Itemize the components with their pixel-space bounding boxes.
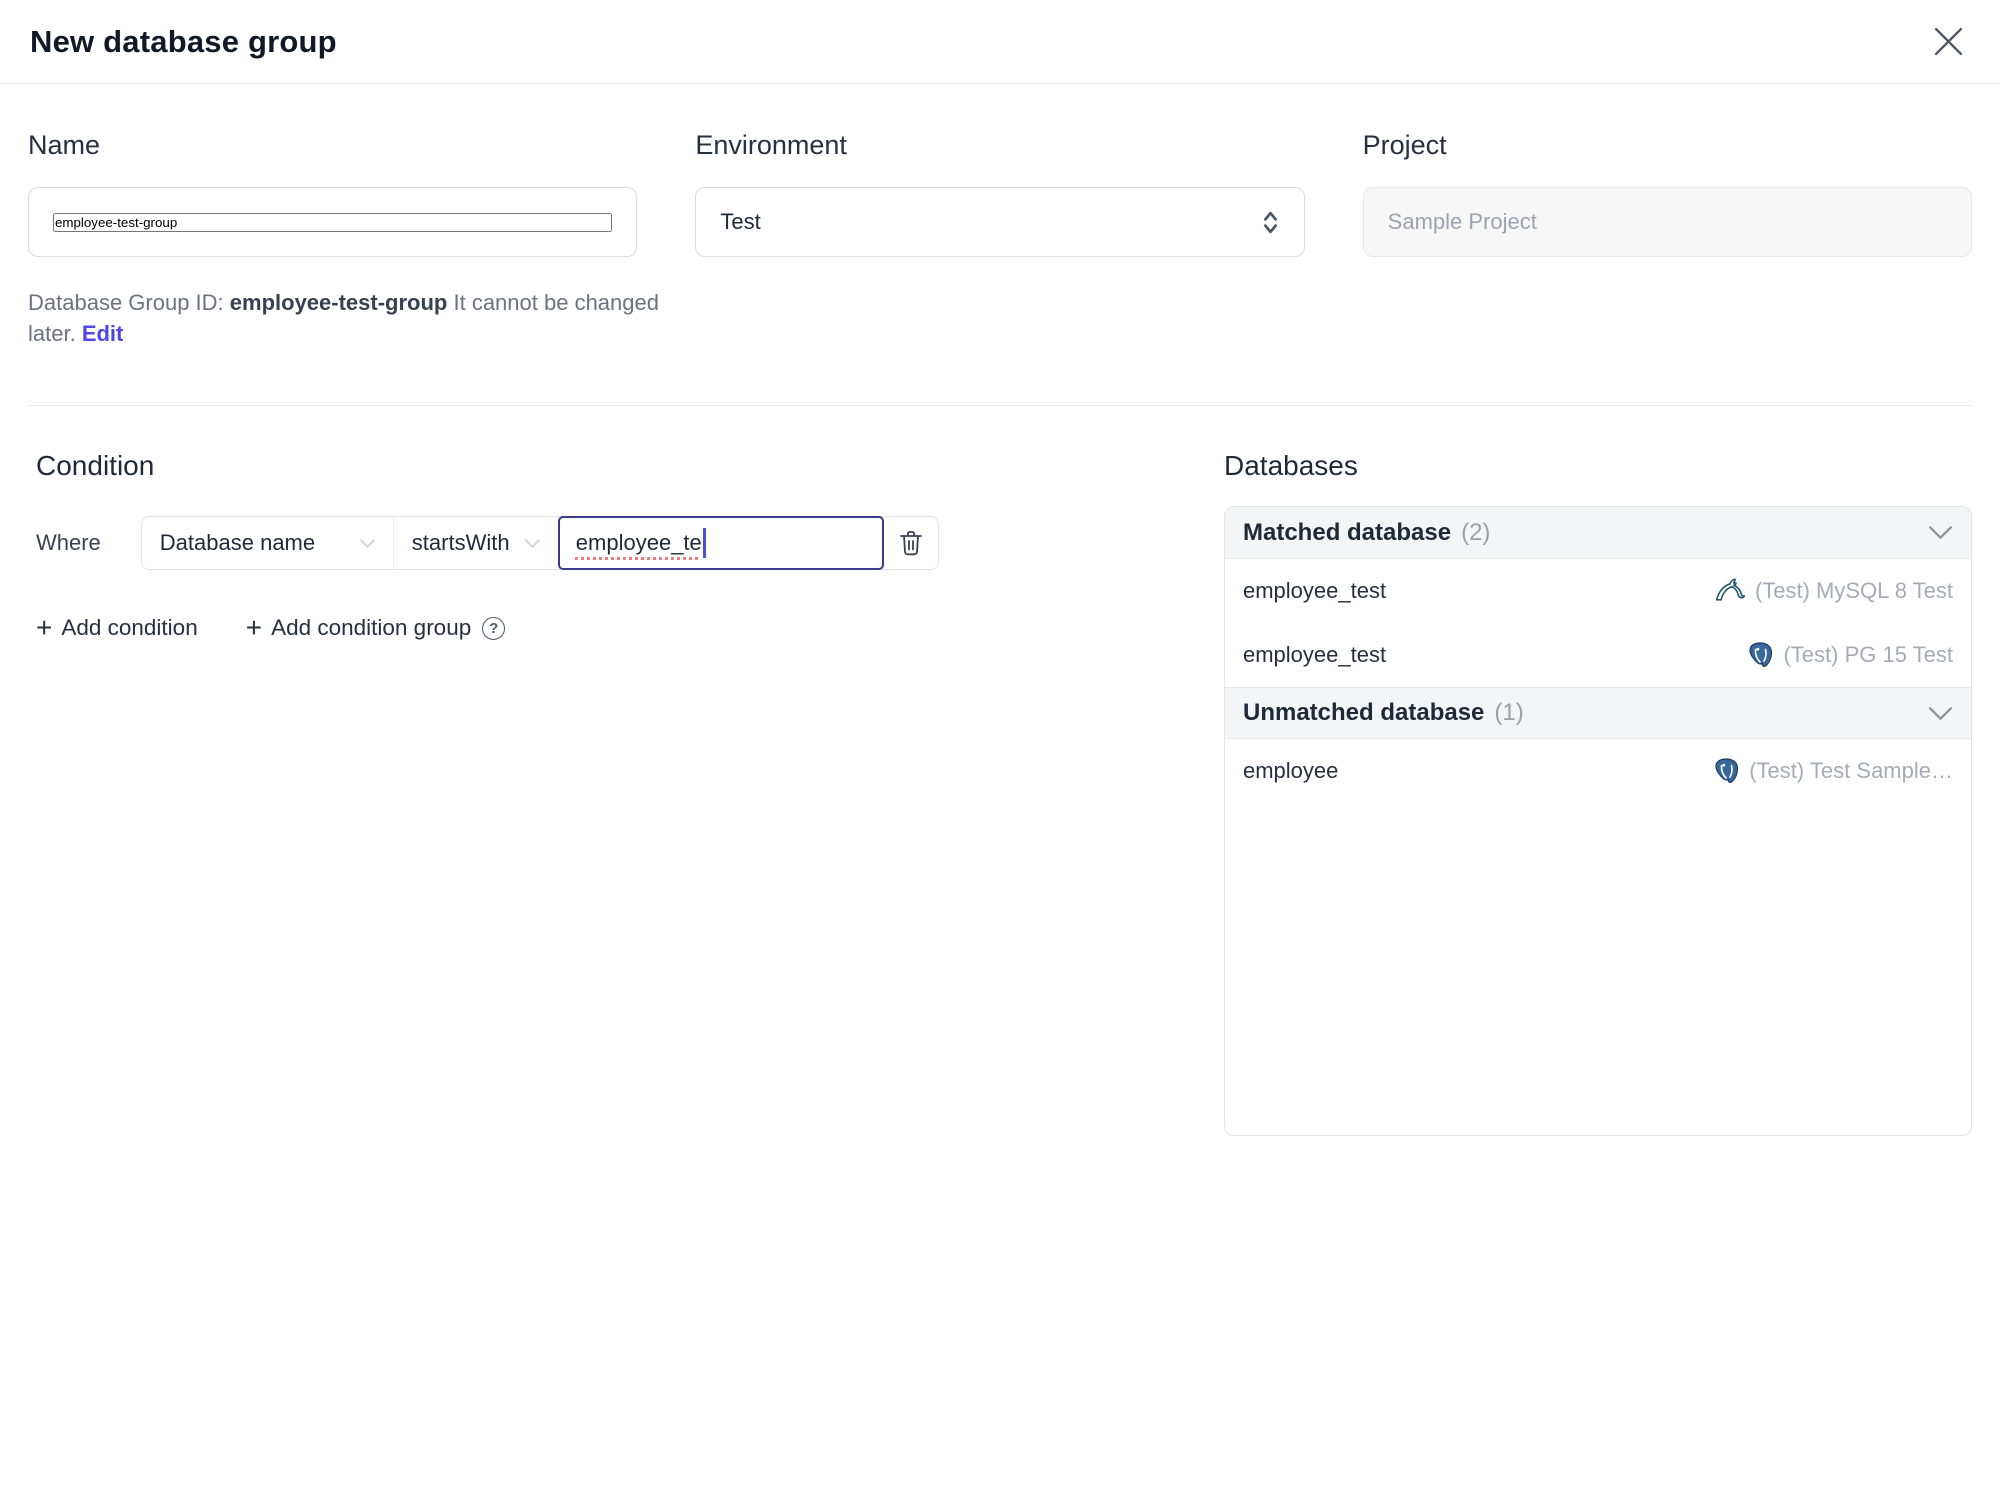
databases-heading: Databases xyxy=(1224,450,1358,482)
plus-icon: + xyxy=(36,612,53,644)
condition-operator-select[interactable]: startsWith xyxy=(394,517,558,569)
dialog-title: New database group xyxy=(30,23,337,59)
edit-id-link[interactable]: Edit xyxy=(82,321,124,346)
postgres-icon xyxy=(1715,758,1739,784)
condition-value-text: employee_te xyxy=(575,530,702,556)
postgres-icon xyxy=(1749,642,1773,668)
databases-panel: Matched database (2) employee_test (Test… xyxy=(1224,506,1972,1137)
database-row[interactable]: employee_test (Test) MySQL 8 Test xyxy=(1225,559,1971,623)
environment-label: Environment xyxy=(695,130,847,160)
add-condition-button[interactable]: + Add condition xyxy=(36,614,198,642)
environment-select[interactable]: Test xyxy=(695,187,1305,257)
database-name: employee_test xyxy=(1243,578,1387,604)
condition-factor-value: Database name xyxy=(159,530,316,556)
plus-icon: + xyxy=(245,612,263,644)
instance-name: (Test) MySQL 8 Test xyxy=(1754,578,1953,604)
close-button[interactable] xyxy=(1930,24,1966,60)
condition-value-input[interactable]: employee_te xyxy=(557,516,884,571)
help-icon[interactable]: ? xyxy=(482,616,506,640)
chevron-down-icon xyxy=(359,539,375,548)
name-label: Name xyxy=(28,130,101,160)
environment-selected-value: Test xyxy=(720,209,761,234)
name-field-group: Name xyxy=(28,130,638,257)
unmatched-database-count: (1) xyxy=(1494,699,1524,727)
project-selected-value: Sample Project xyxy=(1387,209,1537,234)
delete-condition-button[interactable] xyxy=(884,517,938,569)
matched-database-header[interactable]: Matched database (2) xyxy=(1225,507,1971,560)
unmatched-database-header[interactable]: Unmatched database (1) xyxy=(1225,687,1971,740)
database-group-id-note: Database Group ID: employee-test-group I… xyxy=(28,287,668,349)
text-caret xyxy=(702,528,706,559)
condition-row: Where Database name startsWith employee_… xyxy=(36,516,1224,571)
condition-group: Database name startsWith employee_te xyxy=(140,516,939,571)
instance-name: (Test) Test Sample… xyxy=(1749,758,1953,784)
project-field-group: Project Sample Project xyxy=(1362,130,1972,257)
condition-factor-select[interactable]: Database name xyxy=(142,517,394,570)
matched-database-count: (2) xyxy=(1461,518,1491,546)
unmatched-database-label: Unmatched database xyxy=(1243,699,1485,727)
database-name: employee_test xyxy=(1243,642,1387,668)
add-condition-group-button[interactable]: + Add condition group ? xyxy=(246,614,506,642)
close-icon xyxy=(1934,27,1962,56)
add-condition-group-label: Add condition group xyxy=(271,615,472,641)
chevron-down-icon xyxy=(1928,707,1953,720)
chevron-down-icon xyxy=(1928,526,1953,540)
panel-empty-area xyxy=(1225,803,1971,1136)
id-note-value: employee-test-group xyxy=(229,290,448,315)
chevron-down-icon xyxy=(524,539,540,548)
where-label: Where xyxy=(36,530,101,556)
databases-section: Databases Matched database (2) employee_… xyxy=(1224,450,1972,1137)
name-input[interactable] xyxy=(53,212,613,232)
condition-section: Condition Where Database name startsWith xyxy=(28,450,1224,642)
section-divider xyxy=(28,405,1972,407)
database-row[interactable]: employee_test (Test) PG 15 Test xyxy=(1225,623,1971,687)
condition-heading: Condition xyxy=(36,450,155,482)
environment-field-group: Environment Test xyxy=(695,130,1305,257)
up-down-chevrons-icon xyxy=(1263,211,1277,233)
project-select: Sample Project xyxy=(1362,187,1972,257)
condition-actions: + Add condition + Add condition group ? xyxy=(36,614,1224,642)
instance-name: (Test) PG 15 Test xyxy=(1783,642,1953,668)
trash-icon xyxy=(899,531,922,556)
add-condition-label: Add condition xyxy=(61,615,198,641)
condition-operator-value: startsWith xyxy=(411,530,510,556)
database-name: employee xyxy=(1243,758,1339,784)
dialog-header: New database group xyxy=(0,0,2000,84)
matched-database-label: Matched database xyxy=(1243,518,1452,546)
database-row[interactable]: employee (Test) Test Sample… xyxy=(1225,739,1971,803)
id-note-prefix: Database Group ID: xyxy=(28,290,230,315)
form-grid: Name Environment Test Project Sample Pro… xyxy=(28,130,1972,257)
mysql-icon xyxy=(1715,578,1746,601)
project-label: Project xyxy=(1362,130,1447,160)
